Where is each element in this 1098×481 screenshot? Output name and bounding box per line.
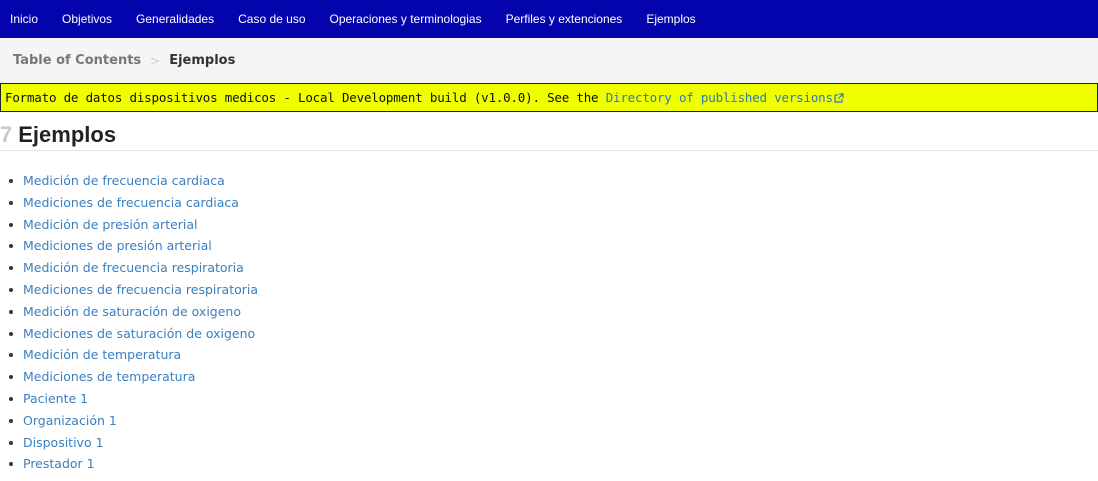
nav-item-caso-de-uso[interactable]: Caso de uso: [226, 0, 317, 38]
example-link[interactable]: Mediciones de frecuencia cardiaca: [23, 195, 239, 210]
bullet-icon: [9, 462, 13, 467]
example-link[interactable]: Medición de frecuencia cardiaca: [23, 173, 225, 188]
list-item: Paciente 1: [0, 388, 258, 410]
bullet-icon: [9, 244, 13, 249]
example-link[interactable]: Mediciones de presión arterial: [23, 238, 212, 253]
example-link[interactable]: Mediciones de temperatura: [23, 369, 195, 384]
examples-list: Medición de frecuencia cardiaca Medicione…: [0, 170, 258, 475]
bullet-icon: [9, 396, 13, 401]
bullet-icon: [9, 418, 13, 423]
example-link[interactable]: Medición de saturación de oxigeno: [23, 304, 241, 319]
bullet-icon: [9, 179, 13, 183]
example-link[interactable]: Organización 1: [23, 413, 117, 428]
example-link[interactable]: Medición de frecuencia respiratoria: [23, 260, 244, 275]
list-item: Mediciones de frecuencia cardiaca: [0, 192, 258, 214]
published-versions-link[interactable]: Directory of published versions: [606, 90, 844, 105]
bullet-icon: [9, 222, 13, 227]
top-navigation: Inicio Objetivos Generalidades Caso de u…: [0, 0, 1098, 38]
list-item: Prestador 1: [0, 453, 258, 475]
bullet-icon: [9, 440, 13, 445]
list-item: Mediciones de saturación de oxigeno: [0, 323, 258, 345]
banner-text: Formato de datos dispositivos medicos - …: [5, 90, 606, 105]
bullet-icon: [9, 266, 13, 271]
list-item: Medición de temperatura: [0, 344, 258, 366]
list-item: Mediciones de presión arterial: [0, 235, 258, 257]
list-item: Mediciones de frecuencia respiratoria: [0, 279, 258, 301]
page-title-text: Ejemplos: [18, 122, 117, 147]
page-title: 7 Ejemplos: [0, 121, 1098, 151]
build-notice-banner: Formato de datos dispositivos medicos - …: [0, 83, 1098, 112]
example-link[interactable]: Medición de presión arterial: [23, 217, 198, 232]
published-versions-link-label: Directory of published versions: [605, 90, 833, 105]
section-number: 7: [0, 122, 13, 147]
example-link[interactable]: Paciente 1: [23, 391, 88, 406]
bullet-icon: [9, 309, 13, 314]
list-item: Medición de frecuencia respiratoria: [0, 257, 258, 279]
breadcrumb: Table of Contents > Ejemplos: [0, 38, 1098, 83]
nav-item-generalidades[interactable]: Generalidades: [124, 0, 226, 38]
list-item: Organización 1: [0, 410, 258, 432]
bullet-icon: [9, 287, 13, 292]
list-item: Dispositivo 1: [0, 432, 258, 454]
list-item: Mediciones de temperatura: [0, 366, 258, 388]
bullet-icon: [9, 353, 13, 358]
bullet-icon: [9, 200, 13, 205]
example-link[interactable]: Medición de temperatura: [23, 347, 181, 362]
nav-item-operaciones[interactable]: Operaciones y terminologias: [318, 0, 494, 38]
example-link[interactable]: Dispositivo 1: [23, 435, 104, 450]
list-item: Medición de presión arterial: [0, 214, 258, 236]
list-item: Medición de frecuencia cardiaca: [0, 170, 258, 192]
example-link[interactable]: Mediciones de saturación de oxigeno: [23, 326, 255, 341]
external-link-icon: [834, 93, 844, 103]
breadcrumb-current: Ejemplos: [169, 53, 236, 68]
bullet-icon: [9, 375, 13, 380]
list-item: Medición de saturación de oxigeno: [0, 301, 258, 323]
nav-item-ejemplos[interactable]: Ejemplos: [634, 0, 707, 38]
example-link[interactable]: Mediciones de frecuencia respiratoria: [23, 282, 258, 297]
breadcrumb-separator: >: [150, 53, 161, 68]
bullet-icon: [9, 331, 13, 336]
nav-item-objetivos[interactable]: Objetivos: [50, 0, 124, 38]
nav-item-perfiles[interactable]: Perfiles y extenciones: [494, 0, 635, 38]
example-link[interactable]: Prestador 1: [23, 456, 95, 471]
breadcrumb-root-link[interactable]: Table of Contents: [13, 53, 141, 68]
nav-item-inicio[interactable]: Inicio: [0, 0, 50, 38]
